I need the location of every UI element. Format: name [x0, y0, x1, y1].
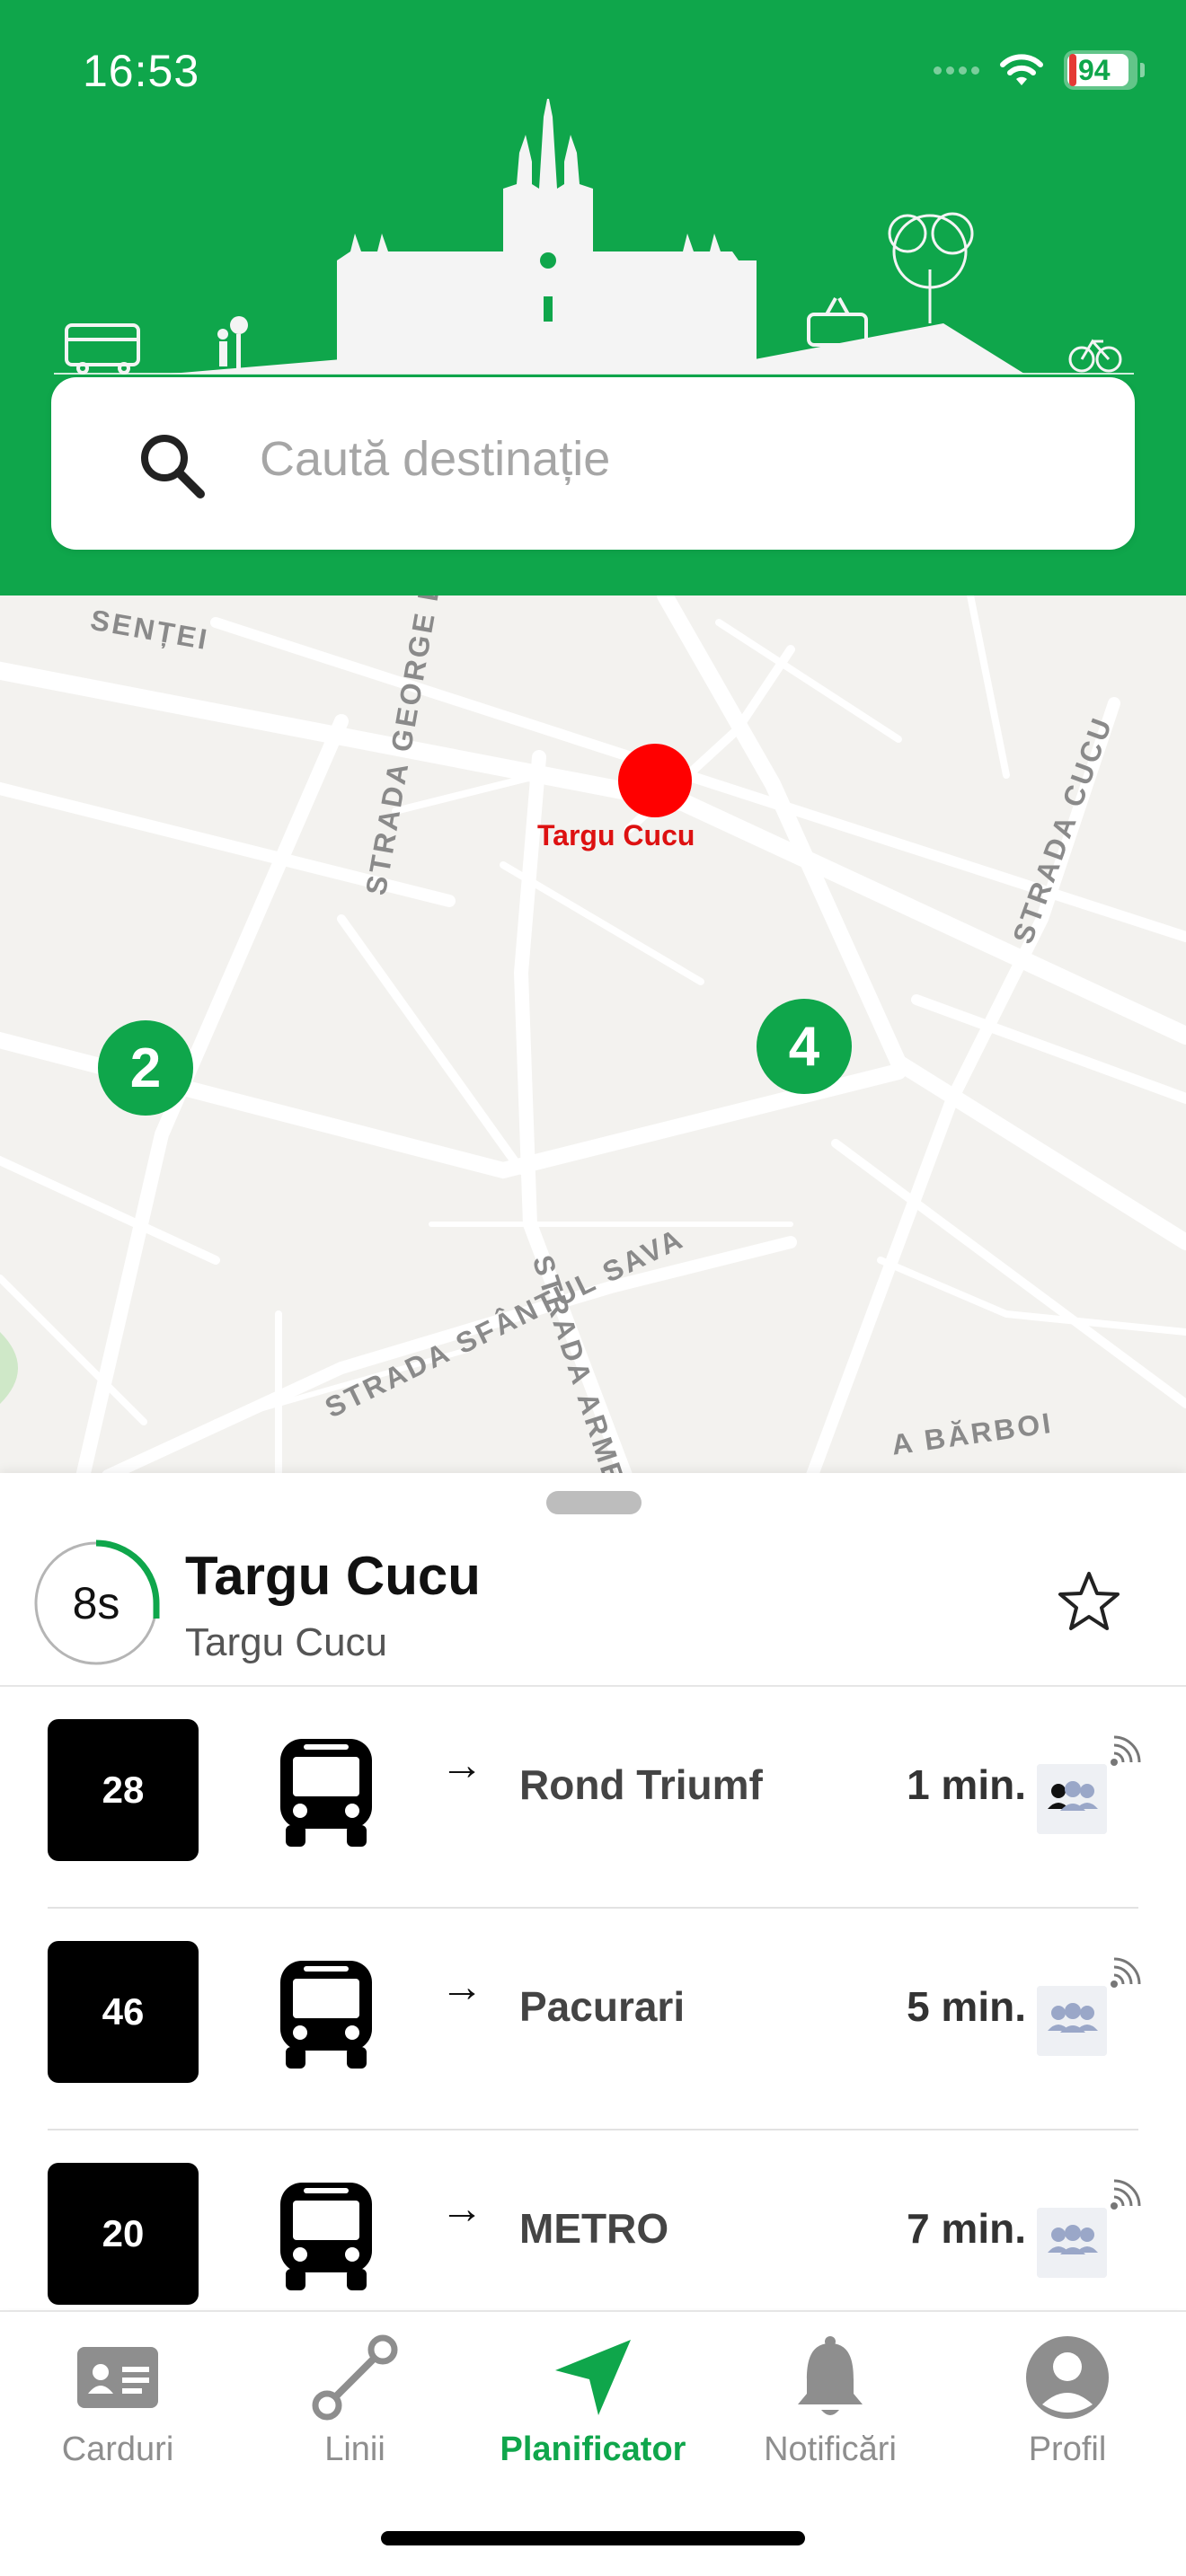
status-time: 16:53 [83, 46, 200, 96]
wifi-icon [999, 53, 1044, 87]
cellular-signal-icon [934, 66, 979, 75]
tab-linii[interactable]: Linii [256, 2328, 454, 2469]
profile-icon [1026, 2336, 1109, 2419]
destination-search-input[interactable]: Caută destinație [51, 377, 1135, 550]
stop-subtitle: Targu Cucu [185, 1620, 388, 1664]
tab-carduri[interactable]: Carduri [19, 2328, 217, 2469]
bus-icon [280, 1961, 372, 2069]
bus-icon [280, 1739, 372, 1847]
occupancy-icon [1037, 1986, 1107, 2056]
search-icon [141, 435, 205, 498]
arrival-destination: Rond Triumf [519, 1761, 763, 1808]
arrival-destination: METRO [519, 2205, 669, 2252]
sheet-drag-handle[interactable] [546, 1491, 642, 1514]
line-number-badge: 20 [48, 2163, 199, 2305]
stop-title: Targu Cucu [185, 1546, 481, 1606]
city-skyline-illustration [54, 99, 1134, 375]
arrival-eta: 5 min. [907, 1983, 1026, 2030]
bus-icon [280, 2183, 372, 2290]
search-placeholder: Caută destinație [260, 432, 611, 486]
line-number-badge: 46 [48, 1941, 199, 2083]
battery-icon: 94 [1064, 50, 1145, 90]
live-tracking-icon [1111, 1957, 1141, 1988]
arrival-eta: 7 min. [907, 2205, 1026, 2252]
tab-label: Profil [1028, 2430, 1107, 2468]
navigation-arrow-icon [555, 2340, 631, 2415]
status-indicators: 94 [934, 50, 1145, 90]
live-tracking-icon [1111, 2179, 1141, 2210]
selected-stop-marker[interactable] [618, 744, 692, 817]
arrival-row[interactable]: 28 → Rond Triumf 1 min. [0, 1687, 1186, 1909]
occupancy-icon [1037, 2208, 1107, 2278]
tab-label: Carduri [61, 2430, 174, 2468]
direction-arrow-icon: → [440, 1742, 483, 1789]
live-tracking-icon [1111, 1735, 1141, 1766]
arrival-destination: Pacurari [519, 1983, 686, 2030]
tab-label: Notificări [764, 2430, 897, 2468]
arrival-row[interactable]: 46 → Pacurari 5 min. [0, 1909, 1186, 2130]
home-indicator[interactable] [381, 2531, 805, 2545]
line-number-badge: 28 [48, 1719, 199, 1861]
direction-arrow-icon: → [440, 2185, 483, 2233]
countdown-value: 8s [72, 1578, 120, 1628]
arrivals-list: 28 → Rond Triumf 1 min. 46 → Pacurari 5 … [0, 1687, 1186, 2352]
tab-label: Planificator [500, 2430, 686, 2468]
refresh-countdown: 8s [32, 1539, 160, 1667]
tab-notificari[interactable]: Notificări [731, 2328, 929, 2469]
arrival-eta: 1 min. [907, 1761, 1026, 1808]
stop-cluster-marker[interactable]: 4 [757, 999, 852, 1094]
route-icon [312, 2334, 398, 2421]
occupancy-icon [1037, 1764, 1107, 1834]
bell-icon [798, 2336, 863, 2415]
favorite-star-icon[interactable] [1057, 1570, 1121, 1633]
stop-details-sheet: 8s Targu Cucu Targu Cucu 28 → Rond Trium… [0, 1473, 1186, 2308]
tab-label: Linii [324, 2430, 385, 2468]
battery-level: 94 [1078, 54, 1111, 86]
direction-arrow-icon: → [440, 1963, 483, 2011]
app-header: 16:53 94 Caută destinație [0, 0, 1186, 595]
selected-stop-label: Targu Cucu [537, 819, 695, 851]
tab-profil[interactable]: Profil [969, 2328, 1166, 2469]
stop-cluster-marker[interactable]: 2 [98, 1020, 193, 1116]
tab-planificator[interactable]: Planificator [494, 2328, 692, 2469]
map-view[interactable]: SENȚEI STRADA GEORGE ENESCU STRADA CUCU … [0, 595, 1186, 1476]
id-card-icon [77, 2347, 158, 2408]
